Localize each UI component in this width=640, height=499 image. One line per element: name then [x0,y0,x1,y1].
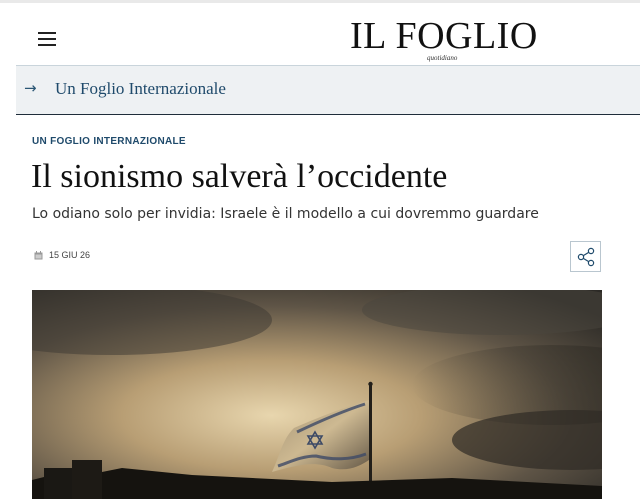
hamburger-icon[interactable] [38,32,58,48]
calendar-icon [34,251,43,260]
share-button[interactable] [570,241,601,272]
section-banner[interactable]: → Un Foglio Internazionale [16,65,640,115]
article-headline: Il sionismo salverà l’occidente [31,158,448,195]
share-icon [577,247,595,267]
article-date: 15 GIU 26 [49,250,91,260]
hero-image [32,290,602,499]
site-header: IL FOGLIO quotidiano [0,3,640,65]
article-kicker[interactable]: UN FOGLIO INTERNAZIONALE [32,136,186,147]
site-logo[interactable]: IL FOGLIO [350,16,538,56]
arrow-right-icon: → [24,79,37,97]
article-subheadline: Lo odiano solo per invidia: Israele è il… [32,206,539,222]
section-title[interactable]: Un Foglio Internazionale [55,79,226,99]
logo-subtitle: quotidiano [427,54,458,62]
flag-sunset-photo [32,290,602,499]
